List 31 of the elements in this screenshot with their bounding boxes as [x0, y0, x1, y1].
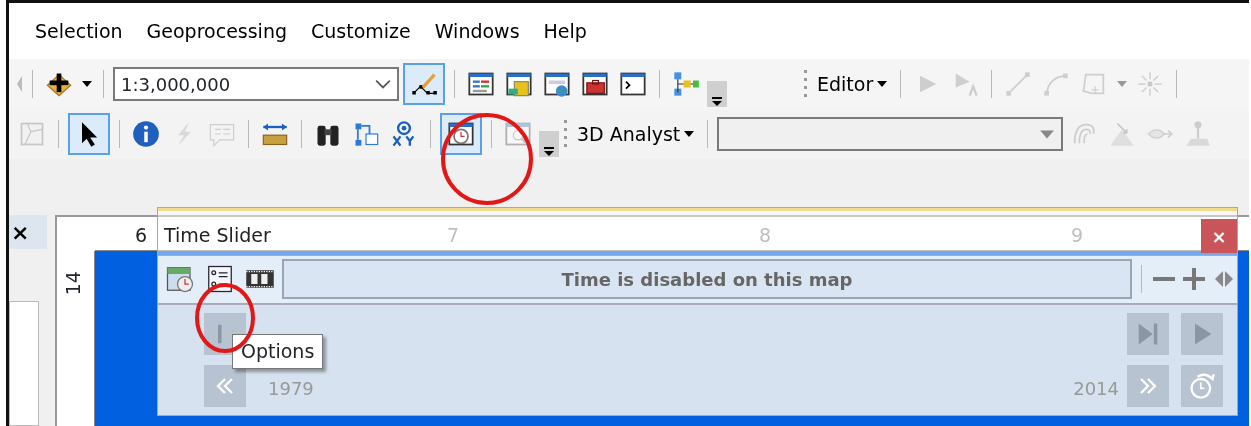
caret-icon[interactable]: [684, 131, 695, 137]
toolbar-menu[interactable]: 3D Analyst: [573, 119, 699, 149]
close-button[interactable]: ×: [9, 215, 47, 249]
menu-item[interactable]: Help: [531, 14, 599, 48]
menu-item[interactable]: Customize: [299, 14, 423, 48]
toolbar-handle[interactable]: [803, 69, 809, 99]
status-field: Time is disabled on this map: [282, 259, 1132, 300]
scale-field[interactable]: 1:3,000,000: [113, 67, 399, 101]
caret-icon[interactable]: [82, 81, 92, 87]
window-title: Time Slider: [164, 223, 271, 248]
ruler-label: 8: [759, 223, 772, 248]
menu-item[interactable]: Selection: [23, 14, 135, 48]
chevron-icon[interactable]: [544, 147, 554, 157]
menu-item[interactable]: Windows: [422, 14, 532, 48]
ruler-label: 14: [60, 271, 85, 296]
tooltip: Options: [232, 334, 324, 369]
toolbar-handle[interactable]: [563, 119, 569, 149]
toolbar-overflow-button[interactable]: [539, 131, 559, 157]
year-label: 2014: [1073, 376, 1119, 401]
menu-item[interactable]: Geoprocessing: [134, 14, 299, 48]
toolbar-overflow-button[interactable]: [707, 81, 727, 107]
ruler-label: 6: [135, 223, 148, 248]
caret-icon[interactable]: [877, 81, 888, 87]
chevron-icon[interactable]: [712, 97, 722, 107]
ruler-label: 9: [1071, 223, 1084, 248]
close-button[interactable]: ×: [1201, 219, 1237, 253]
ruler-label: 7: [447, 223, 460, 248]
pointer-arrow-button[interactable]: [68, 113, 110, 155]
toolbar-menu[interactable]: Editor: [813, 69, 892, 99]
pencil-vertices-button[interactable]: [403, 63, 445, 105]
year-label: 1979: [268, 376, 315, 401]
